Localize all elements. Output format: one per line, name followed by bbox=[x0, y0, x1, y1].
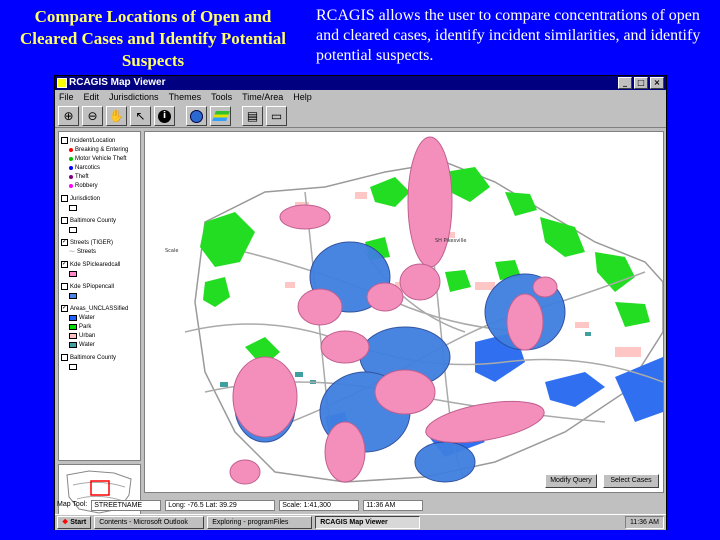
pan-hand-icon[interactable]: ✋ bbox=[106, 106, 127, 126]
task-explorer[interactable]: Exploring - programFiles bbox=[207, 516, 313, 529]
close-button[interactable]: × bbox=[650, 77, 664, 89]
menu-tools[interactable]: Tools bbox=[211, 90, 232, 104]
info-icon[interactable]: i bbox=[154, 106, 175, 126]
menu-file[interactable]: File bbox=[59, 90, 74, 104]
point-symbol-icon bbox=[69, 156, 73, 161]
layers-icon[interactable] bbox=[210, 106, 231, 126]
legend-item: Water bbox=[59, 313, 140, 322]
select-arrow-icon[interactable]: ↖ bbox=[130, 106, 151, 126]
svg-text:Scale: Scale bbox=[165, 248, 178, 254]
menu-time-area[interactable]: Time/Area bbox=[242, 90, 283, 104]
legend-item: Motor Vehicle Theft bbox=[59, 154, 140, 163]
scale-readout: Scale: 1:41,300 bbox=[279, 499, 360, 511]
toolbar: ⊕ ⊖ ✋ ↖ i ▤ ▭ bbox=[55, 104, 666, 128]
menu-help[interactable]: Help bbox=[293, 90, 312, 104]
point-symbol-icon bbox=[69, 174, 73, 179]
slide-title: Compare Locations of Open and Cleared Ca… bbox=[19, 7, 286, 70]
fill-swatch bbox=[69, 292, 77, 299]
legend-group-cleared[interactable]: ✓ Kde SPiclearedcall bbox=[59, 260, 140, 269]
fill-swatch bbox=[69, 204, 77, 211]
map-tool-select[interactable]: STREETNAME bbox=[91, 499, 162, 511]
point-symbol-icon bbox=[69, 183, 73, 188]
globe-icon[interactable] bbox=[186, 106, 207, 126]
zoom-out-icon[interactable]: ⊖ bbox=[82, 106, 103, 126]
fill-swatch bbox=[69, 363, 77, 370]
legend-item: Water bbox=[59, 340, 140, 349]
map-canvas[interactable]: SH Pikesville Scale bbox=[144, 131, 664, 493]
layer-checkbox[interactable] bbox=[61, 195, 68, 202]
legend-group-incident[interactable]: Incident/Location bbox=[59, 136, 140, 145]
legend-panel: Incident/Location Breaking & Entering Mo… bbox=[58, 131, 141, 461]
minimize-button[interactable]: _ bbox=[618, 77, 632, 89]
svg-text:SH Pikesville: SH Pikesville bbox=[435, 238, 466, 244]
menu-edit[interactable]: Edit bbox=[84, 90, 100, 104]
layer-checkbox[interactable]: ✓ bbox=[61, 239, 68, 246]
line-symbol-icon: ⁓ bbox=[69, 249, 75, 255]
legend-item: Theft bbox=[59, 172, 140, 181]
menu-jurisdictions[interactable]: Jurisdictions bbox=[109, 90, 159, 104]
legend-group-areas[interactable]: ✓ Areas_UNCLASSified bbox=[59, 304, 140, 313]
system-tray-clock: 11:36 AM bbox=[624, 516, 664, 529]
fill-swatch bbox=[69, 332, 77, 339]
point-symbol-icon bbox=[69, 147, 73, 152]
legend-item: Park bbox=[59, 322, 140, 331]
status-time: 11:36 AM bbox=[363, 499, 424, 511]
map-viewer-window: RCAGIS Map Viewer _ □ × File Edit Jurisd… bbox=[54, 75, 667, 530]
legend-group-county[interactable]: Baltimore County bbox=[59, 216, 140, 225]
window-title: RCAGIS Map Viewer bbox=[69, 77, 166, 88]
layer-checkbox[interactable] bbox=[61, 354, 68, 361]
fill-swatch bbox=[69, 341, 77, 348]
map-tool-label: Map Tool: bbox=[57, 501, 88, 508]
windows-logo-icon: ❖ bbox=[62, 519, 69, 526]
maximize-button[interactable]: □ bbox=[634, 77, 648, 89]
fill-swatch bbox=[69, 270, 77, 277]
app-icon bbox=[57, 78, 67, 88]
legend-group-open[interactable]: Kde SPiopencall bbox=[59, 282, 140, 291]
menu-bar: File Edit Jurisdictions Themes Tools Tim… bbox=[55, 90, 666, 104]
fill-swatch bbox=[69, 323, 77, 330]
legend-group-county-2[interactable]: Baltimore County bbox=[59, 353, 140, 362]
coordinates-readout: Long: -76.5 Lat: 39.29 bbox=[165, 499, 276, 511]
layer-checkbox[interactable]: ✓ bbox=[61, 261, 68, 268]
open-file-icon[interactable]: ▭ bbox=[266, 106, 287, 126]
slide-description: RCAGIS allows the user to compare concen… bbox=[316, 7, 701, 64]
select-cases-button[interactable]: Select Cases bbox=[603, 474, 659, 488]
legend-item: ⁓ Streets bbox=[69, 248, 97, 256]
fill-swatch bbox=[69, 226, 77, 233]
legend-item: Robbery bbox=[59, 181, 140, 190]
legend-item: Urban bbox=[59, 331, 140, 340]
window-titlebar[interactable]: RCAGIS Map Viewer _ □ × bbox=[55, 76, 666, 90]
task-outlook[interactable]: Contents - Microsoft Outlook bbox=[94, 516, 205, 529]
legend-item: Narcotics bbox=[59, 163, 140, 172]
status-bar: Map Tool: STREETNAME Long: -76.5 Lat: 39… bbox=[55, 498, 666, 512]
legend-group-streets[interactable]: ✓ Streets (TIGER) bbox=[59, 238, 140, 247]
start-button[interactable]: ❖ Start bbox=[57, 516, 92, 529]
legend-group-jurisdiction[interactable]: Jurisdiction bbox=[59, 194, 140, 203]
task-rcagis[interactable]: RCAGIS Map Viewer bbox=[315, 516, 421, 529]
modify-query-button[interactable]: Modify Query bbox=[545, 474, 597, 488]
layer-checkbox[interactable] bbox=[61, 217, 68, 224]
menu-themes[interactable]: Themes bbox=[169, 90, 202, 104]
print-icon[interactable]: ▤ bbox=[242, 106, 263, 126]
fill-swatch bbox=[69, 314, 77, 321]
legend-item: Breaking & Entering bbox=[59, 145, 140, 154]
taskbar: ❖ Start Contents - Microsoft Outlook Exp… bbox=[55, 514, 666, 530]
layer-checkbox[interactable]: ✓ bbox=[61, 305, 68, 312]
layer-checkbox[interactable] bbox=[61, 137, 68, 144]
zoom-in-icon[interactable]: ⊕ bbox=[58, 106, 79, 126]
point-symbol-icon bbox=[69, 165, 73, 170]
layer-checkbox[interactable] bbox=[61, 283, 68, 290]
